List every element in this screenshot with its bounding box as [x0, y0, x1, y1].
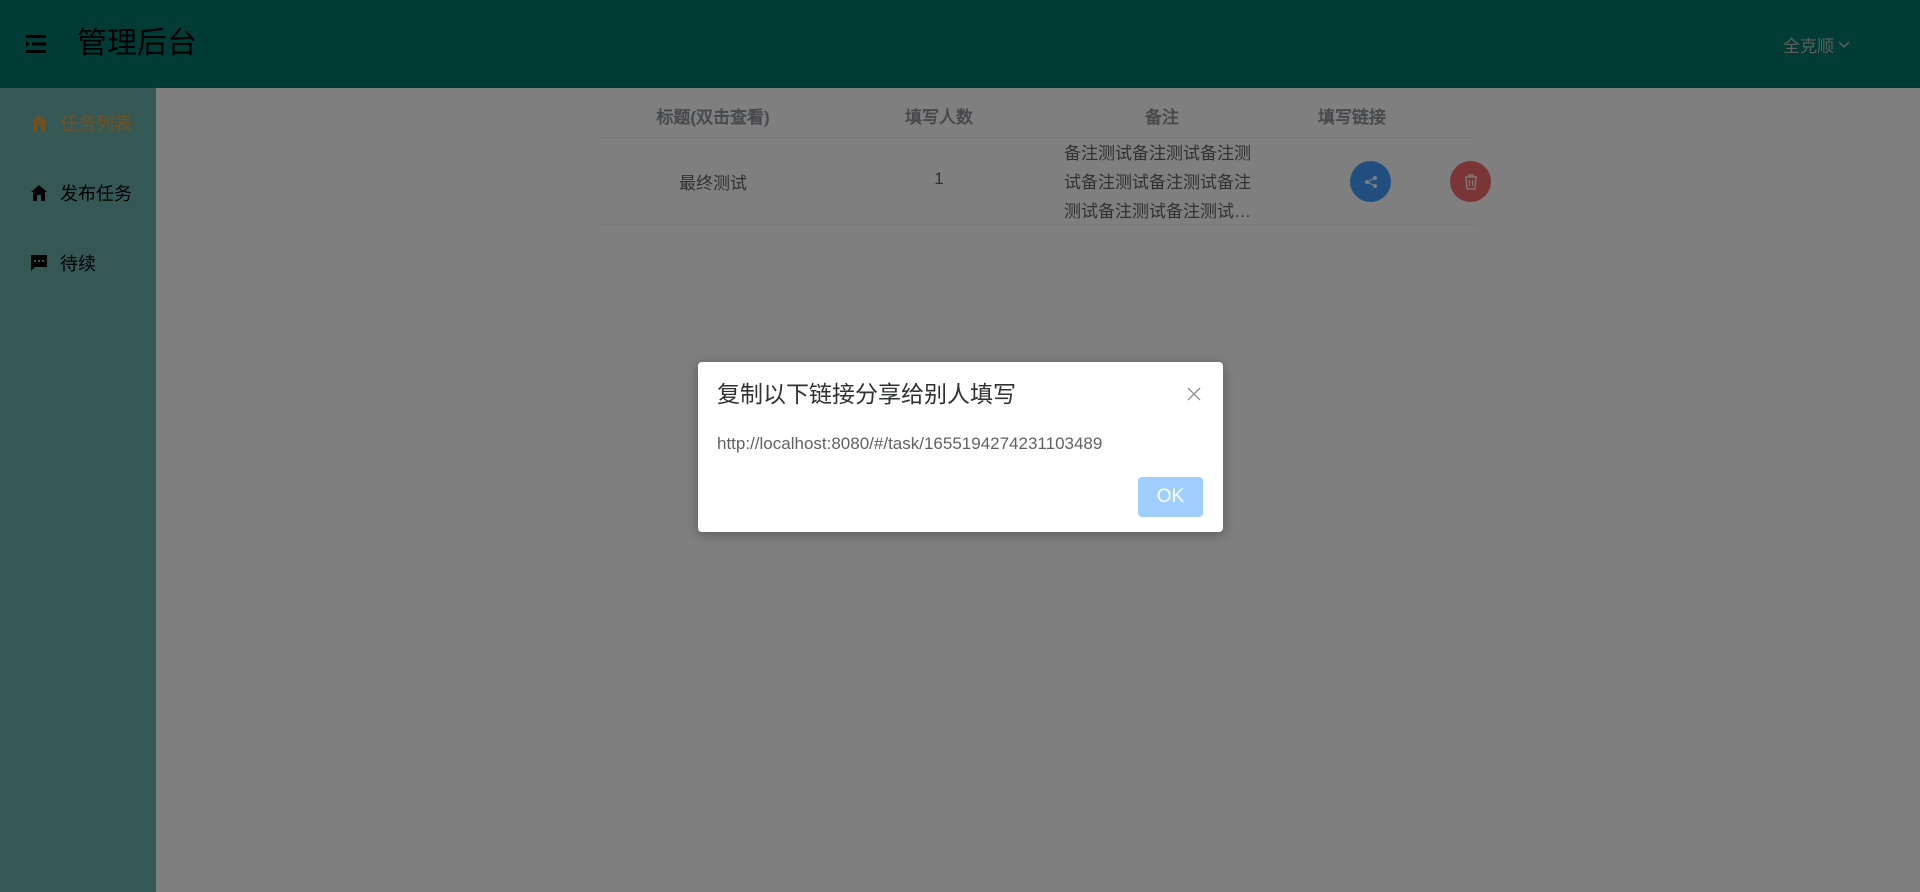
close-icon[interactable] — [1182, 382, 1206, 406]
dialog-title: 复制以下链接分享给别人填写 — [717, 381, 1016, 407]
share-link-dialog: 复制以下链接分享给别人填写 http://localhost:8080/#/ta… — [698, 362, 1223, 532]
share-link-text[interactable]: http://localhost:8080/#/task/16551942742… — [717, 432, 1102, 456]
ok-button[interactable]: OK — [1138, 477, 1203, 517]
